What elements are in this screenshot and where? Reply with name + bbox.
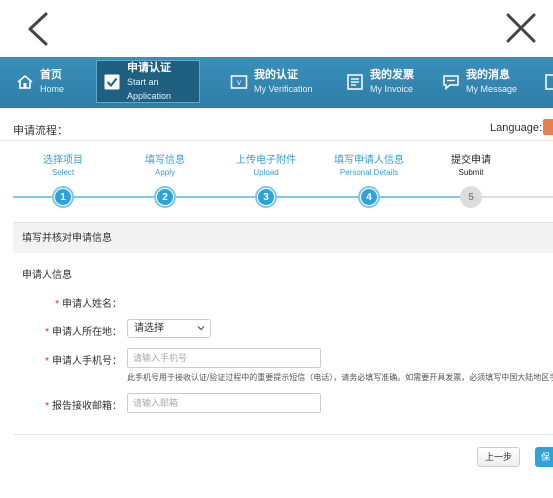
nav-item-sublabel: My Invoice xyxy=(370,83,414,94)
invoice-icon xyxy=(347,73,363,90)
email-input[interactable]: 请输入邮箱 xyxy=(127,393,321,413)
nav-item-home[interactable]: 首页 Home xyxy=(8,60,64,103)
phone-hint: 此手机号用于接收认证/验证过程中的重要提示短信（电话），请务必填写准确。如需要开… xyxy=(127,373,553,382)
name-label: * 申请人姓名： xyxy=(55,295,122,310)
save-button[interactable]: 保 xyxy=(535,447,553,467)
label-text: 申请人所在地： xyxy=(52,327,122,338)
nav-item-label: 我的发票 xyxy=(370,68,414,81)
home-icon xyxy=(17,74,33,89)
step-number: 2 xyxy=(157,189,173,205)
nav-item-label: 我的消息 xyxy=(466,68,510,81)
progress-line-done xyxy=(13,196,472,198)
phone-label: * 申请人手机号： xyxy=(45,352,122,367)
location-label: * 申请人所在地： xyxy=(45,323,122,338)
step-sublabel: Personal Details xyxy=(339,168,399,177)
modal-header xyxy=(0,0,553,57)
step-circle-4: 4 xyxy=(358,186,380,208)
required-mark: * xyxy=(45,327,49,338)
nav-item-label: 我的认证 xyxy=(254,68,298,81)
step-sublabel: Submit xyxy=(458,168,484,177)
process-title: 申请流程： xyxy=(13,125,68,137)
nav-item-label: 申请认证 xyxy=(127,61,171,74)
nav-item-label: 首页 xyxy=(40,68,62,81)
required-mark: * xyxy=(55,299,59,310)
nav-item-sublabel: Home xyxy=(40,83,65,94)
previous-button[interactable]: 上一步 xyxy=(477,447,520,467)
document-icon xyxy=(545,73,553,90)
required-mark: * xyxy=(45,356,49,367)
step-circle-1: 1 xyxy=(52,186,74,208)
chevron-down-icon xyxy=(197,326,205,331)
nav-item-start-application[interactable]: 申请认证 Start an Application xyxy=(96,60,200,103)
step-number: 5 xyxy=(468,191,474,203)
step-label: 提交申请 xyxy=(451,155,491,166)
nav-item-my-message[interactable]: 我的消息 My Message xyxy=(434,60,517,103)
nav-item-sublabel: Start an Application xyxy=(127,76,172,101)
step-number: 1 xyxy=(55,189,71,205)
message-icon xyxy=(443,74,459,90)
step-label: 上传电子附件 xyxy=(236,155,296,166)
label-text: 报告接收邮箱： xyxy=(52,401,122,412)
nav-item-sublabel: My Message xyxy=(466,83,518,94)
step-label: 填写信息 xyxy=(145,155,185,166)
verification-icon: V xyxy=(230,74,248,89)
email-label: * 报告接收邮箱： xyxy=(45,397,122,412)
step-label: 填写申请人信息 xyxy=(334,155,404,166)
select-value: 请选择 xyxy=(134,323,164,334)
label-text: 申请人手机号： xyxy=(52,356,122,367)
required-mark: * xyxy=(45,401,49,412)
step-sublabel: Upload xyxy=(253,168,279,177)
divider xyxy=(13,434,553,435)
divider xyxy=(0,140,553,141)
step-label: 选择项目 xyxy=(43,155,83,166)
section-title: 填写并核对申请信息 xyxy=(13,222,553,253)
svg-text:V: V xyxy=(237,80,242,87)
close-icon[interactable] xyxy=(503,10,539,46)
step-circle-2: 2 xyxy=(154,186,176,208)
language-button[interactable] xyxy=(543,119,553,135)
progress-line-pending xyxy=(472,196,553,198)
step-sublabel: Apply xyxy=(154,168,176,177)
label-text: 申请人姓名： xyxy=(62,299,122,310)
step-circle-5: 5 xyxy=(460,186,482,208)
language-label: Language: xyxy=(490,122,542,134)
phone-input[interactable]: 请输入手机号 xyxy=(127,348,321,368)
back-arrow-icon[interactable] xyxy=(22,10,54,48)
step-circle-3: 3 xyxy=(255,186,277,208)
nav-item-my-verification[interactable]: V 我的认证 My Verification xyxy=(222,60,313,103)
main-nav: 首页 Home 申请认证 Start an Application V 我的认证… xyxy=(0,57,553,108)
nav-item-sublabel: My Verification xyxy=(254,83,313,94)
checkbox-icon xyxy=(104,74,120,89)
step-number: 3 xyxy=(258,189,274,205)
step-number: 4 xyxy=(361,189,377,205)
nav-item-my-invoice[interactable]: 我的发票 My Invoice xyxy=(338,60,414,103)
step-sublabel: Select xyxy=(51,168,75,177)
location-select[interactable]: 请选择 xyxy=(127,319,211,338)
nav-item-more[interactable] xyxy=(540,60,553,103)
subsection-title: 申请人信息 xyxy=(22,270,72,281)
